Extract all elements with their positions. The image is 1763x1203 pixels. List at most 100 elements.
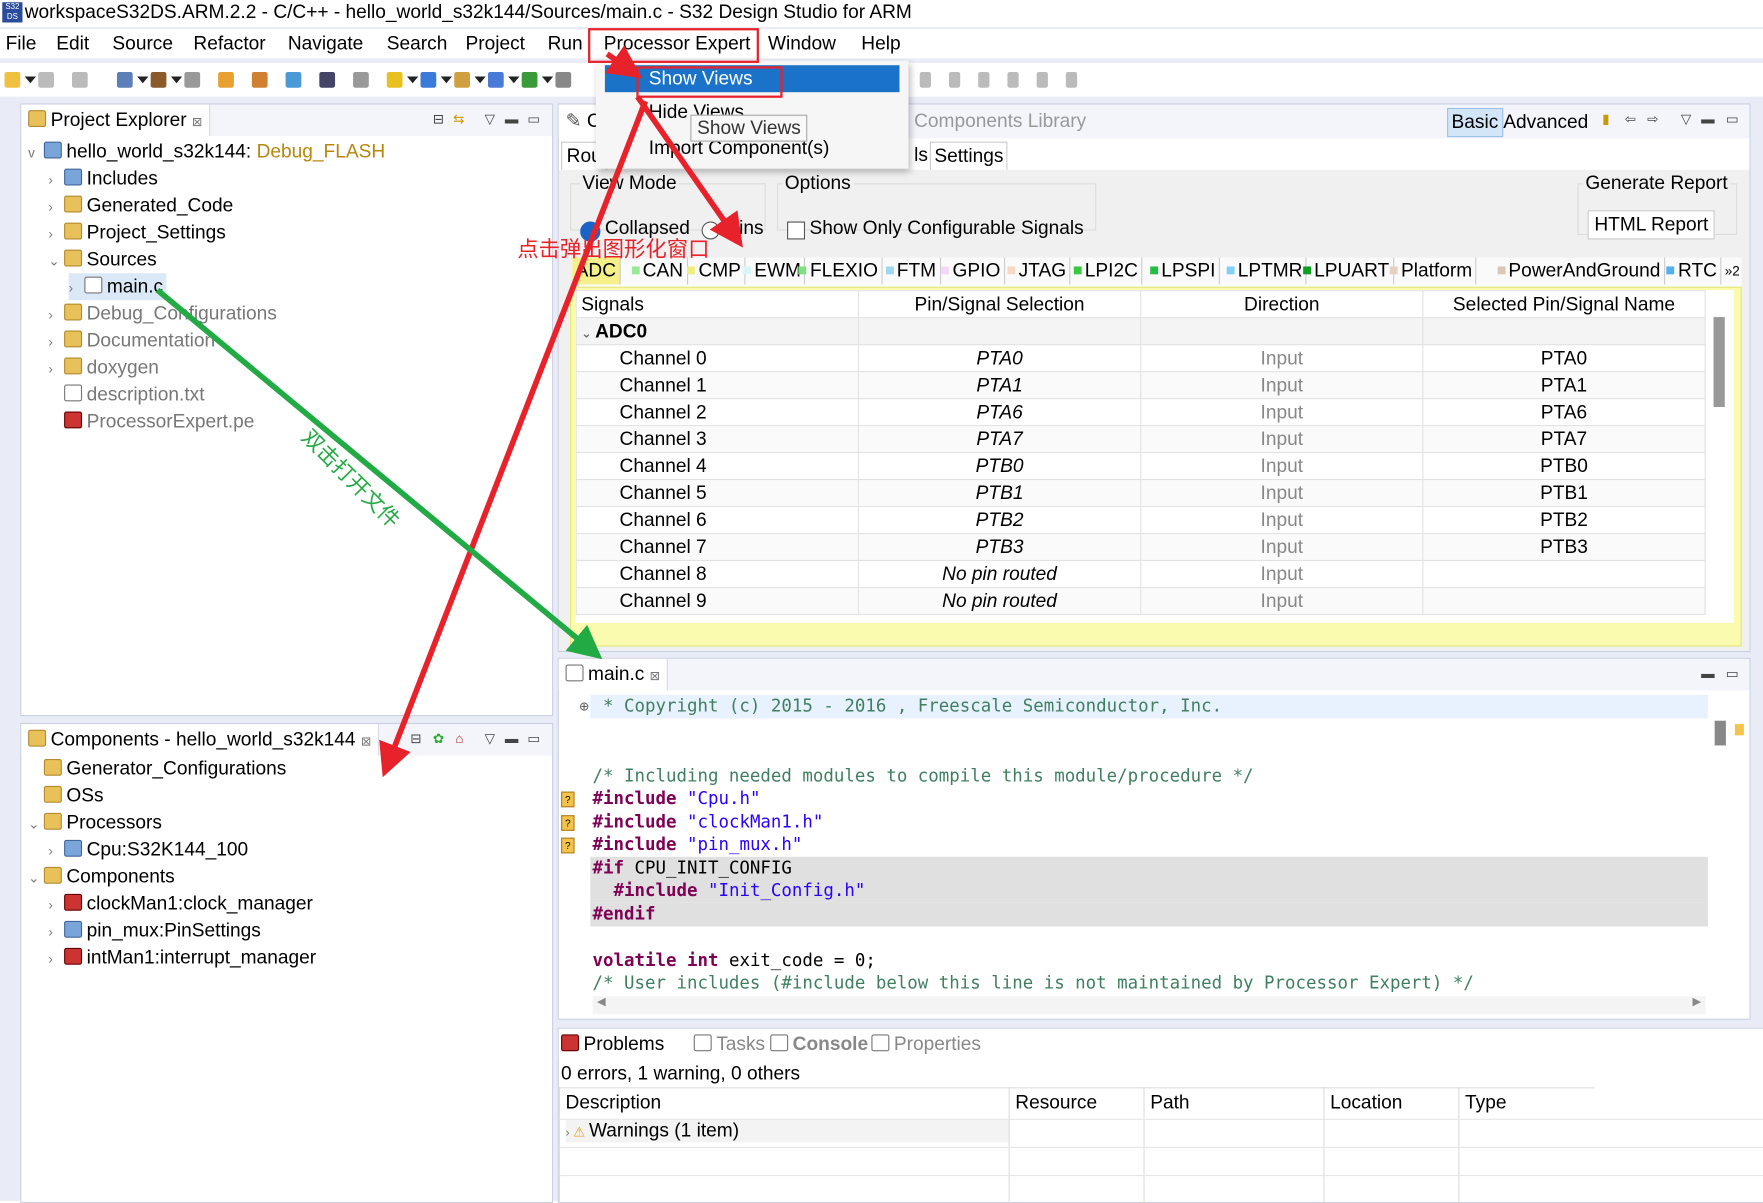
minimize-icon[interactable]: ▬ bbox=[505, 731, 518, 747]
table-row[interactable]: Channel 2 PTA6 Input PTA6 bbox=[575, 398, 1706, 427]
tab-platform[interactable]: Platform bbox=[1386, 257, 1477, 285]
tab-main-c[interactable]: main.c ⊠ bbox=[558, 658, 668, 691]
view-menu-icon[interactable]: ▽ bbox=[485, 111, 495, 127]
menu-search[interactable]: Search bbox=[387, 33, 448, 55]
code-line[interactable]: /* User includes (#include below this li… bbox=[593, 971, 1474, 993]
chevron-right-icon[interactable]: › bbox=[48, 220, 64, 247]
menu-edit[interactable]: Edit bbox=[56, 33, 89, 55]
dropdown-arrow-icon[interactable] bbox=[440, 76, 452, 84]
warning-marker-icon[interactable]: ? bbox=[561, 791, 575, 808]
forward-icon[interactable]: ⇨ bbox=[1647, 111, 1658, 127]
chevron-right-icon[interactable]: › bbox=[566, 1127, 574, 1140]
table-row[interactable]: Channel 6 PTB2 Input PTB2 bbox=[575, 505, 1706, 535]
tree-item[interactable]: › Debug_Configurations bbox=[48, 300, 276, 327]
toolbar-button-icon[interactable] bbox=[1007, 71, 1019, 88]
warnings-row[interactable]: › ⚠ Warnings (1 item) bbox=[565, 1119, 1009, 1143]
tree-item[interactable]: description.txt bbox=[48, 381, 205, 408]
tab-components-library[interactable]: Components Library bbox=[914, 110, 1086, 132]
tab-lptmr[interactable]: LPTMR bbox=[1223, 257, 1307, 285]
advanced-toggle[interactable]: Advanced bbox=[1503, 109, 1588, 136]
column-header[interactable]: Description bbox=[566, 1092, 662, 1114]
table-row[interactable]: Channel 5 PTB1 Input PTB1 bbox=[575, 478, 1706, 508]
tree-item[interactable]: › clockMan1:clock_manager bbox=[48, 890, 313, 917]
toolbar-button-icon[interactable] bbox=[555, 71, 572, 88]
pin-selection-cell[interactable]: PTA0 bbox=[857, 344, 1142, 373]
back-icon[interactable]: ⇦ bbox=[1625, 111, 1636, 127]
maximize-icon[interactable]: ▭ bbox=[1726, 111, 1739, 127]
chevron-down-icon[interactable]: ⌄ bbox=[581, 327, 595, 340]
tab-can[interactable]: CAN bbox=[628, 257, 688, 285]
tab-tasks[interactable]: Tasks bbox=[693, 1033, 765, 1055]
dropdown-arrow-icon[interactable] bbox=[24, 76, 36, 84]
view-menu-icon[interactable]: ▽ bbox=[1681, 111, 1691, 127]
tree-item[interactable]: › doxygen bbox=[48, 354, 159, 381]
new-icon[interactable]: ▮ bbox=[1602, 111, 1609, 127]
close-icon[interactable]: ⊠ bbox=[361, 735, 371, 748]
toolbar-button-icon[interactable] bbox=[919, 71, 931, 88]
close-icon[interactable]: ⊠ bbox=[650, 670, 660, 683]
tree-item[interactable]: ⌄ Processors bbox=[28, 810, 162, 837]
configurable-signals-checkbox[interactable] bbox=[787, 221, 806, 240]
toolbar-button-icon[interactable] bbox=[978, 71, 990, 88]
column-header[interactable]: Selected Pin/Signal Name bbox=[1422, 290, 1706, 319]
chevron-right-icon[interactable]: › bbox=[48, 838, 64, 865]
table-row[interactable]: Channel 4 PTB0 Input PTB0 bbox=[575, 451, 1706, 481]
chevron-right-icon[interactable]: › bbox=[48, 946, 64, 973]
tab-adc[interactable]: ADC bbox=[572, 257, 621, 285]
pin-selection-cell[interactable]: PTA6 bbox=[857, 398, 1142, 427]
code-line[interactable]: #include "pin_mux.h" bbox=[593, 833, 803, 855]
toolbar-button-icon[interactable] bbox=[521, 71, 538, 88]
column-header[interactable]: Type bbox=[1465, 1092, 1506, 1114]
chevron-right-icon[interactable]: › bbox=[48, 193, 64, 220]
menu-navigate[interactable]: Navigate bbox=[288, 33, 363, 55]
pins-radio[interactable] bbox=[701, 221, 720, 240]
tab-powerandground[interactable]: PowerAndGround bbox=[1494, 257, 1665, 285]
collapse-icon[interactable]: ⊟ bbox=[410, 731, 421, 747]
maximize-icon[interactable]: ▭ bbox=[527, 111, 540, 127]
tab-gpio[interactable]: GPIO bbox=[938, 257, 1005, 285]
pin-selection-cell[interactable]: No pin routed bbox=[857, 586, 1142, 616]
link-editor-icon[interactable]: ⇆ bbox=[453, 111, 464, 127]
group-row[interactable]: ⌄ ADC0 bbox=[575, 317, 1706, 346]
dropdown-arrow-icon[interactable] bbox=[541, 76, 554, 84]
pin-selection-cell[interactable]: PTA1 bbox=[857, 371, 1142, 400]
toolbar-button-icon[interactable] bbox=[4, 71, 21, 88]
code-line[interactable]: * Copyright (c) 2015 - 2016 , Freescale … bbox=[593, 695, 1222, 717]
table-row[interactable]: Channel 9 No pin routed Input bbox=[575, 586, 1706, 616]
inspector-icon[interactable]: ⌂ bbox=[455, 731, 463, 747]
maximize-icon[interactable]: ▭ bbox=[1726, 666, 1739, 682]
subtab-partial[interactable]: ls bbox=[912, 142, 930, 169]
minimize-icon[interactable]: ▬ bbox=[1701, 111, 1714, 127]
dropdown-arrow-icon[interactable] bbox=[170, 76, 183, 84]
pin-selection-cell[interactable]: PTB2 bbox=[857, 505, 1142, 535]
toolbar-button-icon[interactable] bbox=[71, 71, 88, 88]
toolbar-button-icon[interactable] bbox=[353, 71, 369, 88]
tab-ftm[interactable]: FTM bbox=[882, 257, 941, 285]
menu-window[interactable]: Window bbox=[768, 33, 836, 55]
toolbar-button-icon[interactable] bbox=[251, 71, 268, 88]
code-line[interactable]: #if CPU_INIT_CONFIG bbox=[593, 856, 792, 878]
code-line[interactable]: /* Including needed modules to compile t… bbox=[593, 764, 1254, 786]
column-header[interactable]: Path bbox=[1150, 1092, 1189, 1114]
tree-item[interactable]: › Includes bbox=[48, 165, 157, 192]
toolbar-button-icon[interactable] bbox=[948, 71, 961, 88]
tab-lpuart[interactable]: LPUART bbox=[1300, 257, 1394, 285]
close-icon[interactable]: ⊠ bbox=[192, 116, 202, 129]
tree-item-project[interactable]: v hello_world_s32k144: Debug_FLASH bbox=[28, 138, 385, 165]
minimize-icon[interactable]: ▬ bbox=[1701, 666, 1714, 682]
tree-item[interactable]: ProcessorExpert.pe bbox=[48, 408, 254, 435]
pin-selection-cell[interactable]: PTA7 bbox=[857, 425, 1142, 454]
chevron-right-icon[interactable]: › bbox=[48, 301, 64, 328]
dropdown-arrow-icon[interactable] bbox=[474, 76, 486, 84]
tree-item[interactable]: OSs bbox=[28, 783, 104, 810]
toolbar-button-icon[interactable] bbox=[1065, 71, 1078, 88]
tree-item[interactable]: ⌄ Components bbox=[28, 864, 175, 891]
code-line[interactable]: #endif bbox=[593, 902, 656, 924]
menu-run[interactable]: Run bbox=[548, 33, 583, 55]
toolbar-button-icon[interactable] bbox=[184, 71, 201, 88]
dropdown-arrow-icon[interactable] bbox=[508, 76, 520, 84]
view-menu-icon[interactable]: ▽ bbox=[485, 731, 495, 747]
chevron-down-icon[interactable]: ⌄ bbox=[28, 865, 44, 892]
tab-jtag[interactable]: JTAG bbox=[1004, 257, 1071, 285]
toolbar-button-icon[interactable] bbox=[150, 71, 167, 88]
